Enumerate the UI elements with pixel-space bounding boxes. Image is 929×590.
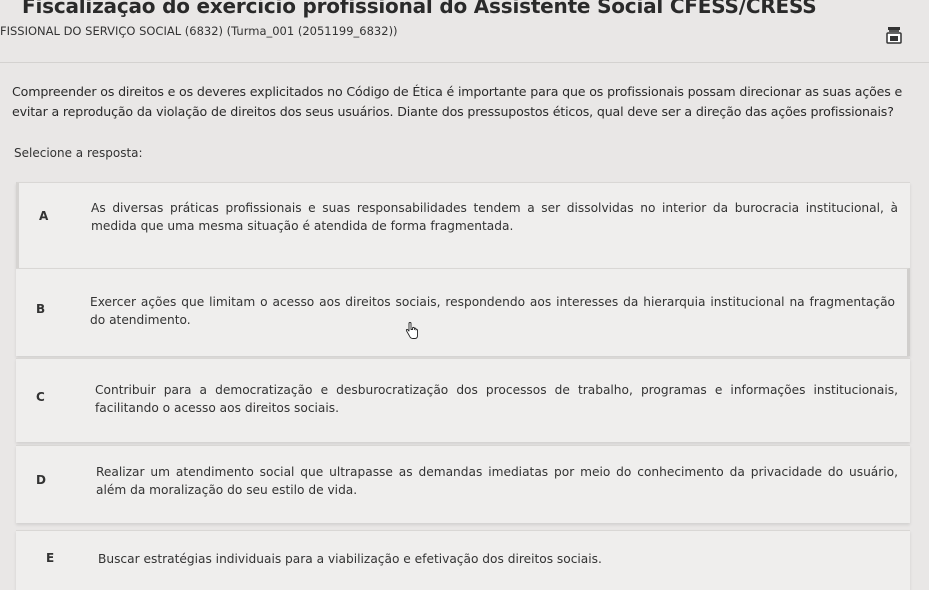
option-text: Contribuir para a democratização e desbu… — [95, 383, 898, 415]
option-text: Exercer ações que limitam o acesso aos d… — [90, 295, 895, 327]
option-text: As diversas práticas profissionais e sua… — [91, 201, 898, 233]
option-letter: A — [39, 209, 49, 223]
option-text: Buscar estratégias individuais para a vi… — [98, 552, 602, 566]
timer-icon[interactable] — [886, 27, 902, 45]
course-subtitle: FISSIONAL DO SERVIÇO SOCIAL (6832) (Turm… — [0, 24, 398, 38]
header-divider — [0, 62, 929, 63]
select-answer-label: Selecione a resposta: — [14, 146, 143, 160]
option-text: Realizar um atendimento social que ultra… — [96, 465, 898, 497]
question-text: Compreender os direitos e os deveres exp… — [12, 84, 903, 119]
page-title: Fiscalização do exercício profissional d… — [22, 0, 817, 18]
answer-option-a[interactable]: A As diversas práticas profissionais e s… — [16, 182, 910, 268]
answer-option-b[interactable]: B Exercer ações que limitam o acesso aos… — [16, 268, 910, 356]
answer-option-c[interactable]: C Contribuir para a democratização e des… — [16, 358, 910, 442]
option-letter: D — [36, 473, 46, 487]
option-letter: E — [46, 551, 55, 565]
option-letter: B — [36, 302, 46, 316]
answer-option-e[interactable]: E Buscar estratégias individuais para a … — [16, 530, 910, 590]
hand-cursor-icon — [405, 322, 419, 340]
answer-option-d[interactable]: D Realizar um atendimento social que ult… — [16, 445, 910, 523]
option-letter: C — [36, 390, 45, 404]
